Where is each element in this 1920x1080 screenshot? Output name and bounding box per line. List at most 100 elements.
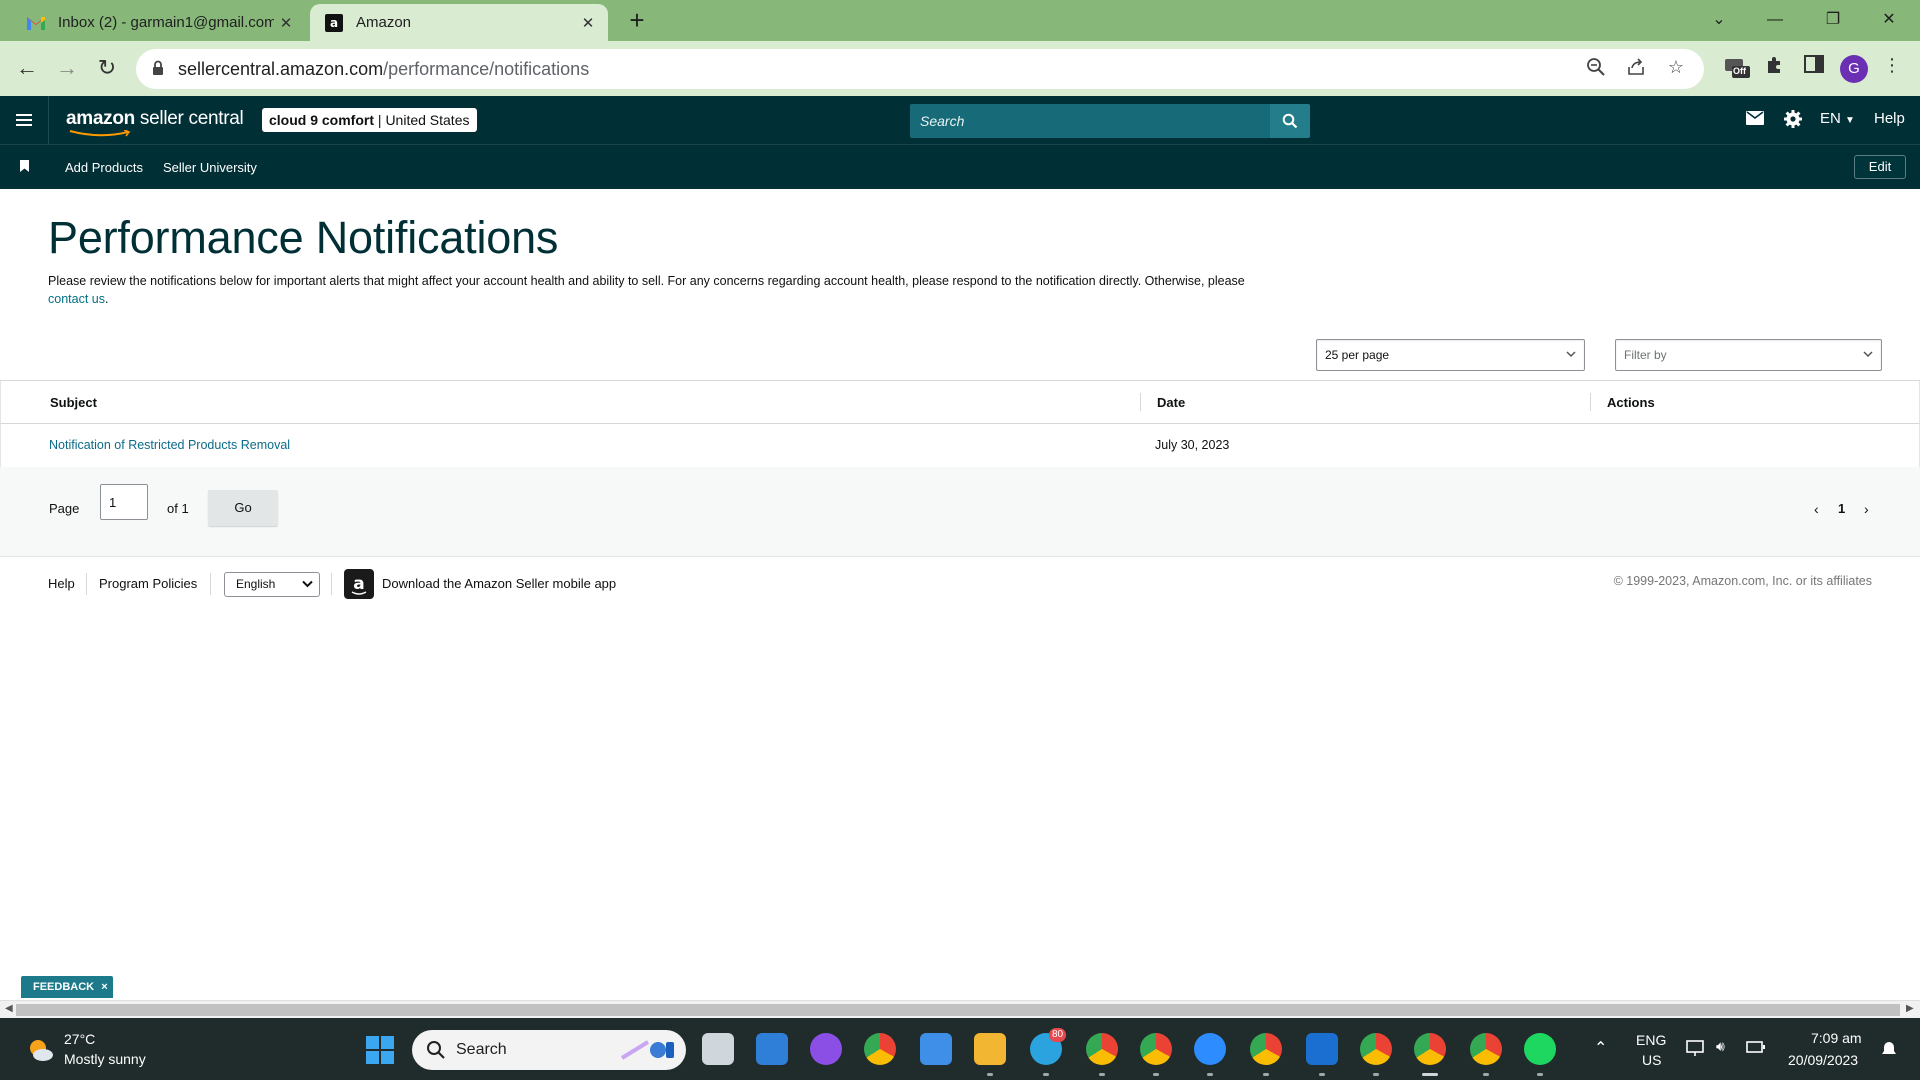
chrome-profile-icon[interactable]	[1086, 1033, 1118, 1065]
windows-start-icon[interactable]	[366, 1036, 394, 1064]
close-tab-icon[interactable]: ✕	[274, 14, 298, 32]
per-page-select[interactable]: 25 per page	[1316, 339, 1585, 371]
share-icon[interactable]	[1624, 57, 1648, 81]
tray-chevron-up-icon[interactable]: ⌃	[1594, 1038, 1607, 1058]
notification-subject-link[interactable]: Notification of Restricted Products Remo…	[49, 438, 290, 452]
amazon-favicon-icon: a	[324, 13, 344, 33]
clock-time[interactable]: 7:09 am	[1811, 1030, 1862, 1046]
chrome-profile-icon[interactable]	[1470, 1033, 1502, 1065]
weather-sun-icon[interactable]	[26, 1036, 54, 1064]
seller-search-input[interactable]	[910, 104, 1270, 138]
search-button[interactable]	[1270, 104, 1310, 138]
running-indicator	[1207, 1073, 1213, 1076]
horizontal-scrollbar[interactable]: ◀ ▶	[0, 1000, 1920, 1018]
extension-off-icon[interactable]: Off	[1722, 55, 1750, 83]
zoom-out-icon[interactable]	[1584, 57, 1608, 81]
close-window-button[interactable]: ✕	[1866, 4, 1912, 36]
seller-central-logo[interactable]: amazon seller central	[66, 108, 244, 137]
extensions-puzzle-icon[interactable]	[1760, 55, 1788, 83]
feedback-close-icon[interactable]: ×	[101, 981, 107, 993]
column-header-subject[interactable]: Subject	[50, 395, 97, 410]
scroll-left-arrow-icon[interactable]: ◀	[5, 1003, 13, 1014]
program-policies-link[interactable]: Program Policies	[99, 576, 197, 591]
help-link[interactable]: Help	[1874, 110, 1905, 127]
task-view-icon[interactable]	[702, 1033, 734, 1065]
column-header-actions: Actions	[1607, 395, 1655, 410]
running-indicator	[1043, 1073, 1049, 1076]
feedback-button[interactable]: FEEDBACK ×	[21, 976, 113, 998]
go-button[interactable]: Go	[208, 490, 278, 526]
back-icon[interactable]: ←	[12, 53, 42, 83]
bookmark-star-icon[interactable]: ☆	[1664, 57, 1688, 81]
page-number-input[interactable]	[100, 484, 148, 520]
chevron-down-icon	[302, 580, 313, 588]
telegram-icon[interactable]: 80	[1030, 1028, 1067, 1065]
profile-avatar[interactable]: G	[1840, 55, 1868, 83]
chrome-profile-icon[interactable]	[1360, 1033, 1392, 1065]
volume-icon[interactable]: 🔊︎	[1716, 1038, 1725, 1055]
footer-language-select[interactable]: English	[224, 572, 320, 597]
keyboard-language-line2[interactable]: US	[1642, 1052, 1661, 1068]
windows-taskbar: 27°C Mostly sunny Search 80 ⌃ ENG US 🔊︎ …	[0, 1018, 1920, 1080]
messages-mail-icon[interactable]	[1746, 111, 1764, 129]
chevron-left-icon[interactable]: ‹	[1814, 501, 1819, 517]
tab-amazon[interactable]: a Amazon ✕	[310, 4, 608, 41]
bookmark-icon[interactable]	[20, 160, 29, 172]
settings-gear-icon[interactable]	[1783, 109, 1803, 133]
scroll-right-arrow-icon[interactable]: ▶	[1906, 1003, 1914, 1014]
column-header-date[interactable]: Date	[1157, 395, 1185, 410]
side-panel-icon[interactable]	[1800, 55, 1828, 83]
notifications-table: Subject Date Actions Notification of Res…	[0, 380, 1920, 468]
footer-divider	[210, 573, 211, 595]
chrome-active-icon[interactable]	[1414, 1033, 1446, 1065]
download-app-link[interactable]: Download the Amazon Seller mobile app	[382, 576, 616, 591]
chevron-right-icon[interactable]: ›	[1864, 501, 1869, 517]
minimize-button[interactable]: —	[1752, 4, 1798, 36]
keyboard-language-line1[interactable]: ENG	[1636, 1032, 1666, 1048]
hamburger-menu-icon[interactable]	[14, 110, 34, 130]
url-text: sellercentral.amazon.com/performance/not…	[178, 59, 590, 79]
spotify-icon[interactable]	[1524, 1033, 1556, 1065]
notepad-icon[interactable]	[920, 1033, 952, 1065]
chrome-icon[interactable]	[864, 1033, 896, 1065]
chrome-profile-icon[interactable]	[1140, 1033, 1172, 1065]
add-products-link[interactable]: Add Products	[65, 160, 143, 175]
reload-icon[interactable]: ↻	[92, 53, 122, 83]
clock-date[interactable]: 20/09/2023	[1788, 1052, 1858, 1068]
chrome-profile-icon[interactable]	[1250, 1033, 1282, 1065]
forward-icon[interactable]: →	[52, 53, 82, 83]
seller-central-header: amazon seller central cloud 9 comfort | …	[0, 96, 1920, 144]
new-tab-button[interactable]: +	[622, 6, 652, 36]
amazon-app-icon[interactable]: a	[344, 569, 374, 599]
taskbar-search[interactable]: Search	[412, 1030, 686, 1070]
edit-button[interactable]: Edit	[1854, 155, 1906, 179]
messenger-icon[interactable]	[810, 1033, 842, 1065]
running-indicator	[1483, 1073, 1489, 1076]
seller-university-link[interactable]: Seller University	[163, 160, 257, 175]
file-explorer-icon[interactable]	[974, 1033, 1006, 1065]
filter-select[interactable]: Filter by	[1615, 339, 1882, 371]
close-tab-icon[interactable]: ✕	[576, 14, 600, 32]
weather-temperature[interactable]: 27°C	[64, 1031, 95, 1047]
battery-icon[interactable]	[1746, 1040, 1766, 1057]
network-icon[interactable]	[1686, 1040, 1706, 1061]
tab-search-icon[interactable]: ⌄	[1696, 4, 1742, 36]
r-app-icon[interactable]	[1306, 1033, 1338, 1065]
store-selector[interactable]: cloud 9 comfort | United States	[262, 108, 477, 132]
search-icon	[427, 1041, 445, 1059]
column-separator	[1590, 393, 1591, 411]
zoom-icon[interactable]	[1194, 1033, 1226, 1065]
weather-description[interactable]: Mostly sunny	[64, 1051, 146, 1067]
tab-gmail-inbox[interactable]: Inbox (2) - garmain1@gmail.com ✕	[14, 4, 306, 41]
page-number-link[interactable]: 1	[1838, 501, 1845, 516]
scrollbar-thumb[interactable]	[16, 1004, 1900, 1016]
mail-app-icon[interactable]	[756, 1033, 788, 1065]
running-indicator	[987, 1073, 993, 1076]
footer-help-link[interactable]: Help	[48, 576, 75, 591]
notifications-icon[interactable]	[1880, 1040, 1898, 1061]
address-bar[interactable]: sellercentral.amazon.com/performance/not…	[136, 49, 1704, 89]
language-selector[interactable]: EN ▼	[1820, 110, 1855, 127]
restore-button[interactable]: ❐	[1810, 4, 1856, 36]
contact-us-link[interactable]: contact us	[48, 292, 105, 306]
chrome-menu-icon[interactable]: ⋮	[1878, 55, 1906, 83]
